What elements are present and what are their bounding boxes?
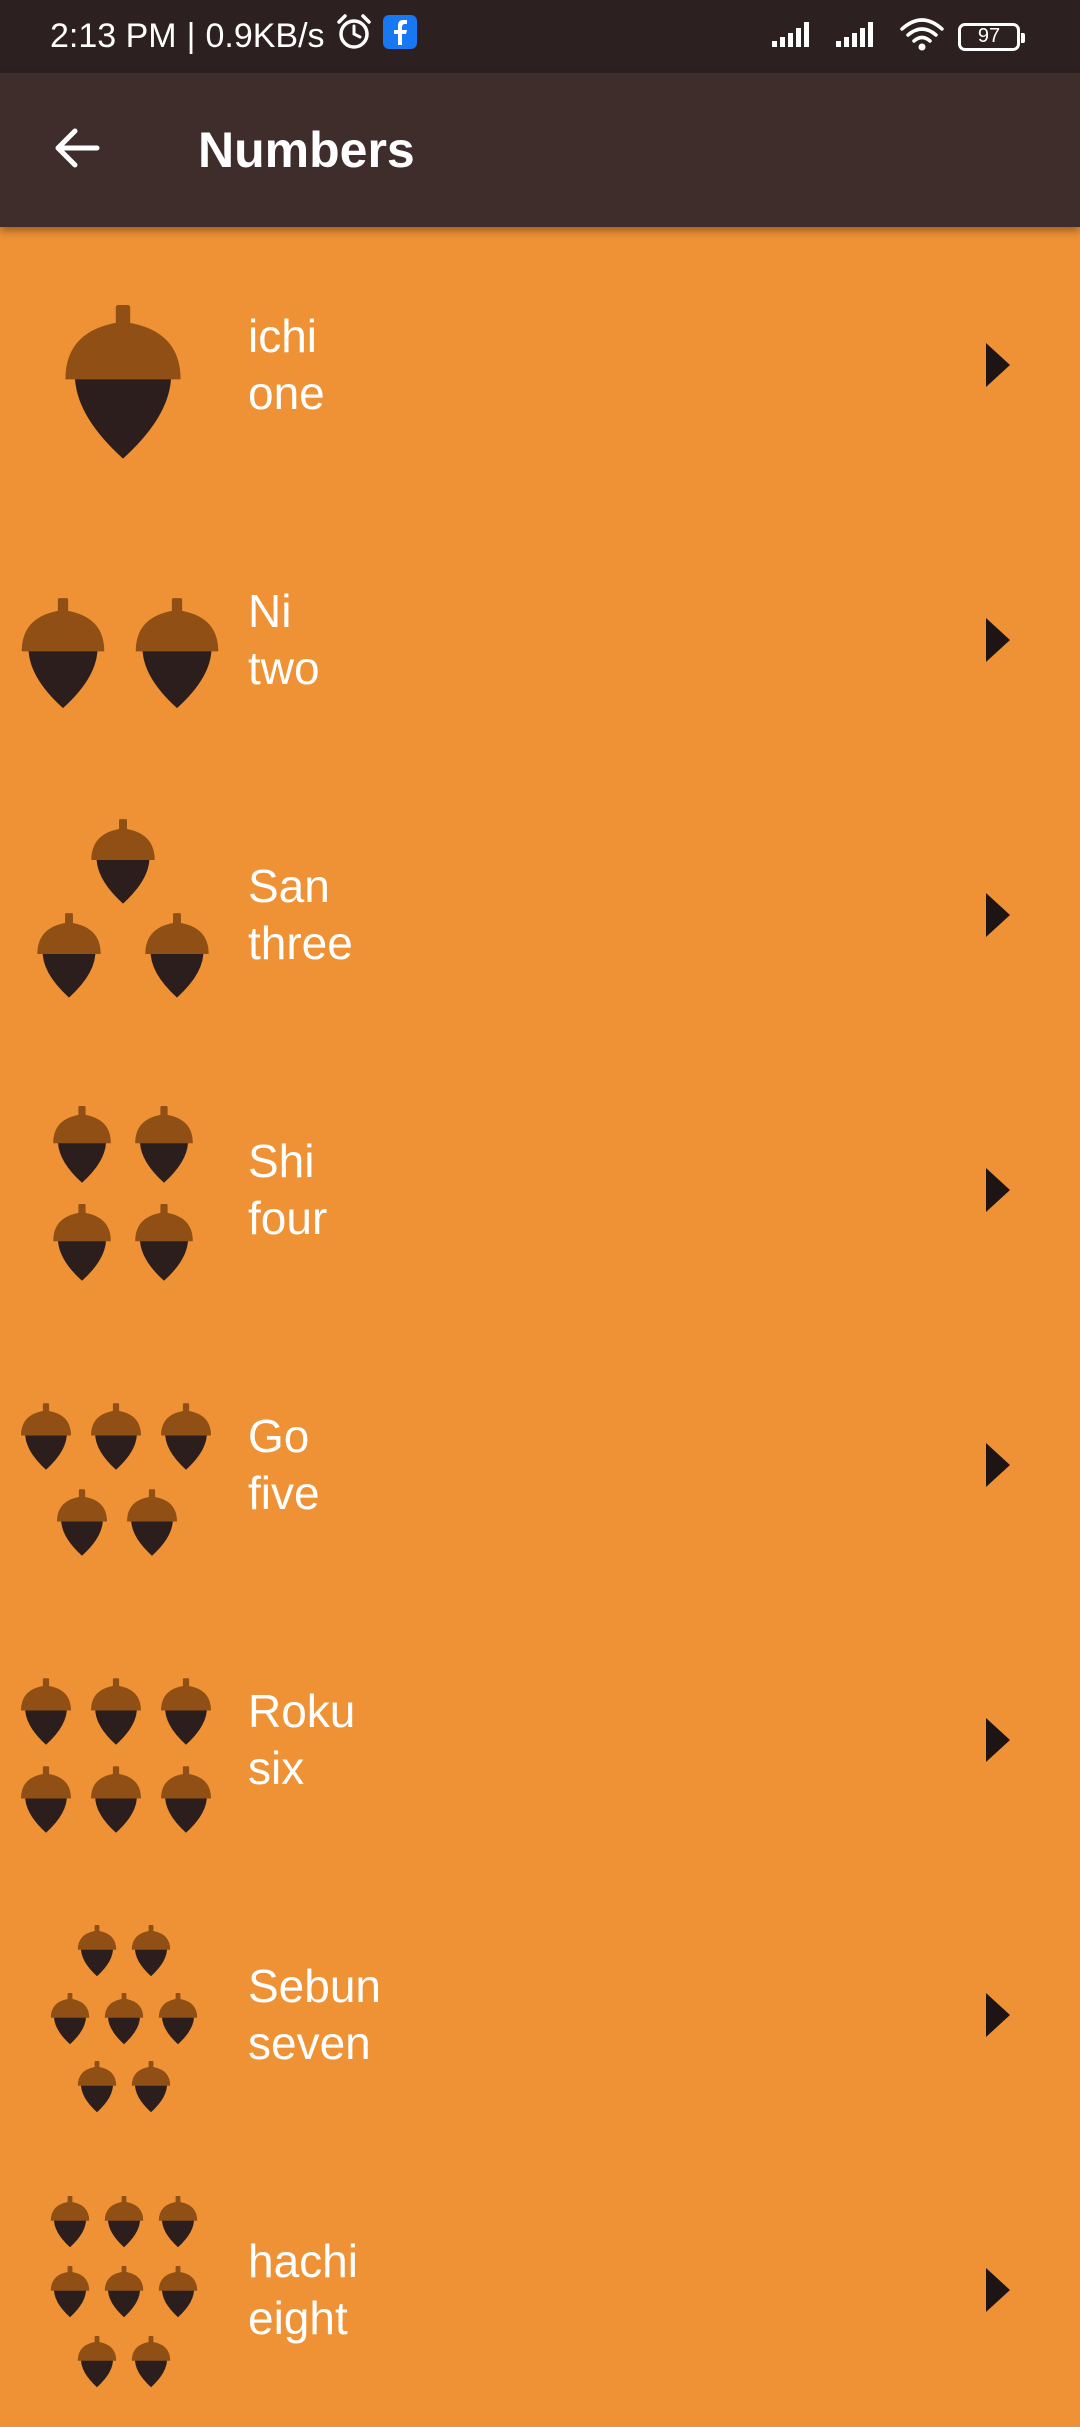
- english-word: seven: [248, 2016, 371, 2069]
- page-title: Numbers: [198, 122, 415, 178]
- signal-icon: [836, 19, 886, 54]
- status-time: 2:13 PM: [50, 17, 177, 55]
- list-item[interactable]: hachi eight: [0, 2152, 1080, 2427]
- japanese-word: Ni: [248, 584, 292, 637]
- play-icon[interactable]: [984, 891, 1012, 939]
- acorn-icon: [21, 1678, 211, 1833]
- list-item[interactable]: Sebun seven: [0, 1877, 1080, 2152]
- play-icon[interactable]: [984, 1441, 1012, 1489]
- arrow-left-icon: [53, 126, 101, 175]
- acorn-icon: [21, 598, 219, 709]
- japanese-word: San: [248, 859, 330, 912]
- battery-icon: 97: [958, 22, 1025, 51]
- list-item[interactable]: ichi one: [0, 227, 1080, 502]
- network-speed: 0.9KB/s: [205, 17, 325, 55]
- acorn-icon: [50, 2196, 198, 2388]
- list-item[interactable]: Ni two: [0, 502, 1080, 777]
- acorn-icon: [21, 1403, 211, 1556]
- status-bar: 2:13 PM | 0.9KB/s 97: [0, 0, 1080, 73]
- facebook-icon: [382, 15, 417, 58]
- play-icon[interactable]: [984, 2266, 1012, 2314]
- play-icon[interactable]: [984, 616, 1012, 664]
- list-item[interactable]: Roku six: [0, 1602, 1080, 1877]
- signal-icon: [772, 19, 822, 54]
- japanese-word: ichi: [248, 309, 318, 362]
- battery-level: 97: [977, 25, 1001, 47]
- play-icon[interactable]: [984, 341, 1012, 389]
- play-icon[interactable]: [984, 1166, 1012, 1214]
- japanese-word: Go: [248, 1409, 310, 1462]
- japanese-word: hachi: [248, 2234, 358, 2287]
- english-word: five: [248, 1466, 320, 1519]
- wifi-icon: [900, 17, 944, 56]
- english-word: three: [248, 916, 353, 969]
- english-word: six: [248, 1741, 305, 1794]
- list-item[interactable]: Go five: [0, 1327, 1080, 1602]
- status-separator: |: [186, 17, 196, 55]
- list-item[interactable]: San three: [0, 777, 1080, 1052]
- japanese-word: Roku: [248, 1684, 356, 1737]
- list-item[interactable]: Shi four: [0, 1052, 1080, 1327]
- back-button[interactable]: [40, 113, 114, 187]
- english-word: two: [248, 641, 320, 694]
- acorn-icon: [65, 305, 181, 459]
- acorn-icon: [53, 1106, 193, 1281]
- japanese-word: Shi: [248, 1134, 315, 1187]
- english-word: one: [248, 366, 325, 419]
- play-icon[interactable]: [984, 1716, 1012, 1764]
- play-icon[interactable]: [984, 1991, 1012, 2039]
- acorn-icon: [50, 1925, 198, 2113]
- english-word: eight: [248, 2291, 348, 2344]
- english-word: four: [248, 1191, 328, 1244]
- alarm-icon: [335, 13, 373, 60]
- app-bar: Numbers: [0, 73, 1080, 227]
- acorn-icon: [37, 819, 209, 998]
- numbers-list: ichi one Ni two San three Shi four Go fi…: [0, 227, 1080, 2427]
- japanese-word: Sebun: [248, 1959, 382, 2012]
